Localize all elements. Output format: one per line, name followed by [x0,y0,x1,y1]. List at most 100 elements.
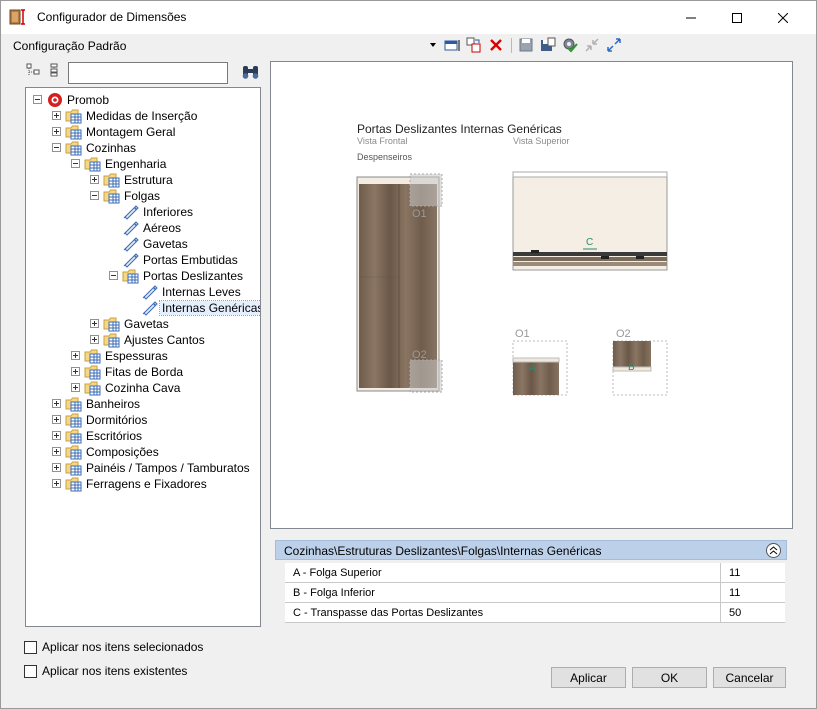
close-button[interactable] [760,1,806,34]
expand-icon[interactable] [52,415,61,424]
save-as-icon [541,37,556,51]
configuration-label: Configuração Padrão [13,39,127,53]
arrows-in-icon [585,38,599,52]
folder-grid-icon [103,333,120,348]
folder-grid-icon [65,125,82,140]
minimize-icon [686,17,696,18]
apply-selected-checkbox[interactable]: Aplicar nos itens selecionados [24,640,203,654]
title-bar: Configurador de Dimensões [1,1,816,34]
property-label: C - Transpasse das Portas Deslizantes [293,607,484,619]
tree-collapse-icon [50,63,58,77]
marker-o1: O1 [412,208,427,220]
tree-node-label: Composições [86,445,159,459]
folder-grid-icon [65,461,82,476]
expand-icon[interactable] [52,127,61,136]
collapse-icon[interactable] [33,95,42,104]
detail-label-o2: O2 [616,328,631,340]
tree-node-label: Promob [67,93,110,107]
tree-node-label: Aéreos [143,221,182,235]
folder-grid-icon [65,413,82,428]
tree-expand-icon [26,63,40,75]
tag-icon [142,285,158,300]
marker-b: B [628,362,635,373]
property-value-field[interactable]: 11 [720,583,785,602]
tree-node-label: Estrutura [124,173,173,187]
collapse-all-button[interactable] [47,61,63,79]
expand-icon[interactable] [52,479,61,488]
tree-node-label: Banheiros [86,397,141,411]
expand-icon[interactable] [90,319,99,328]
marker-o2: O2 [412,349,427,361]
promob-logo-icon [48,93,62,107]
folder-grid-icon [65,109,82,124]
folder-grid-icon [84,381,101,396]
collapse-button[interactable] [583,36,601,54]
property-row[interactable]: B - Folga Inferior 11 [285,583,785,603]
expand-icon[interactable] [52,111,61,120]
folder-grid-icon [65,429,82,444]
tree-node-label: Folgas [124,189,161,203]
ok-button[interactable]: OK [632,667,707,688]
tree-node-label: Dormitórios [86,413,148,427]
expand-icon[interactable] [71,367,80,376]
property-value-field[interactable]: 50 [720,603,785,622]
expand-button[interactable] [605,36,623,54]
property-label: A - Folga Superior [293,567,382,579]
maximize-button[interactable] [714,1,760,34]
apply-existing-checkbox[interactable]: Aplicar nos itens existentes [24,664,187,678]
property-row[interactable]: A - Folga Superior 11 [285,563,785,583]
dimension-configurator-window: Configurador de Dimensões Configuração P… [0,0,817,709]
tag-icon [142,301,158,316]
detail-box-o1 [409,173,443,207]
tree-node-label: Cozinha Cava [105,381,181,395]
tree-node-label: Ferragens e Fixadores [86,477,207,491]
tag-icon [123,253,139,268]
tree-node-label: Espessuras [105,349,168,363]
folder-grid-icon [65,477,82,492]
marker-c: C [586,237,593,248]
expand-icon[interactable] [52,431,61,440]
expand-icon[interactable] [90,175,99,184]
expand-icon[interactable] [90,335,99,344]
expand-icon[interactable] [52,399,61,408]
preview-drawing: O1 O2 C O1 A O2 B [356,171,668,396]
tree-node-label: Portas Embutidas [143,253,238,267]
collapse-icon[interactable] [52,143,61,152]
detail-box-o2 [409,359,443,393]
collapse-icon[interactable] [90,191,99,200]
folder-grid-icon [65,141,82,156]
expand-icon[interactable] [52,447,61,456]
expand-all-button[interactable] [25,61,41,79]
collapse-icon[interactable] [109,271,118,280]
tree-search-input[interactable] [68,62,228,84]
gear-check-icon [563,38,578,53]
minimize-button[interactable] [668,1,714,34]
folder-grid-icon [103,317,120,332]
expand-icon[interactable] [71,351,80,360]
property-group-header[interactable]: Cozinhas\Estruturas Deslizantes\Folgas\I… [275,540,787,560]
dropdown-arrow-icon[interactable] [429,36,437,54]
tree-node-label: Ajustes Cantos [124,333,205,347]
property-row[interactable]: C - Transpasse das Portas Deslizantes 50 [285,603,785,623]
copy-button[interactable] [465,36,483,54]
save-as-button[interactable] [539,36,557,54]
binoculars-search-icon[interactable] [241,63,261,81]
save-button[interactable] [517,36,535,54]
expand-icon[interactable] [52,463,61,472]
app-icon [9,9,25,25]
property-value-field[interactable]: 11 [720,563,785,582]
category-tree[interactable]: Promob Medidas de Inserção Montagem Geral C… [25,87,261,627]
delete-button[interactable] [487,36,505,54]
expand-icon[interactable] [71,383,80,392]
cancel-button[interactable]: Cancelar [713,667,786,688]
apply-settings-button[interactable] [561,36,579,54]
view-toggle-button[interactable] [443,36,461,54]
preview-panel: Portas Deslizantes Internas Genéricas Vi… [270,61,793,529]
tree-node-label: Gavetas [124,317,169,331]
collapse-icon[interactable] [71,159,80,168]
folder-grid-icon [65,397,82,412]
apply-button[interactable]: Aplicar [551,667,626,688]
tree-node-label: Internas Leves [162,285,241,299]
tree-node-label: Inferiores [143,205,194,219]
collapse-group-button[interactable] [766,543,781,558]
